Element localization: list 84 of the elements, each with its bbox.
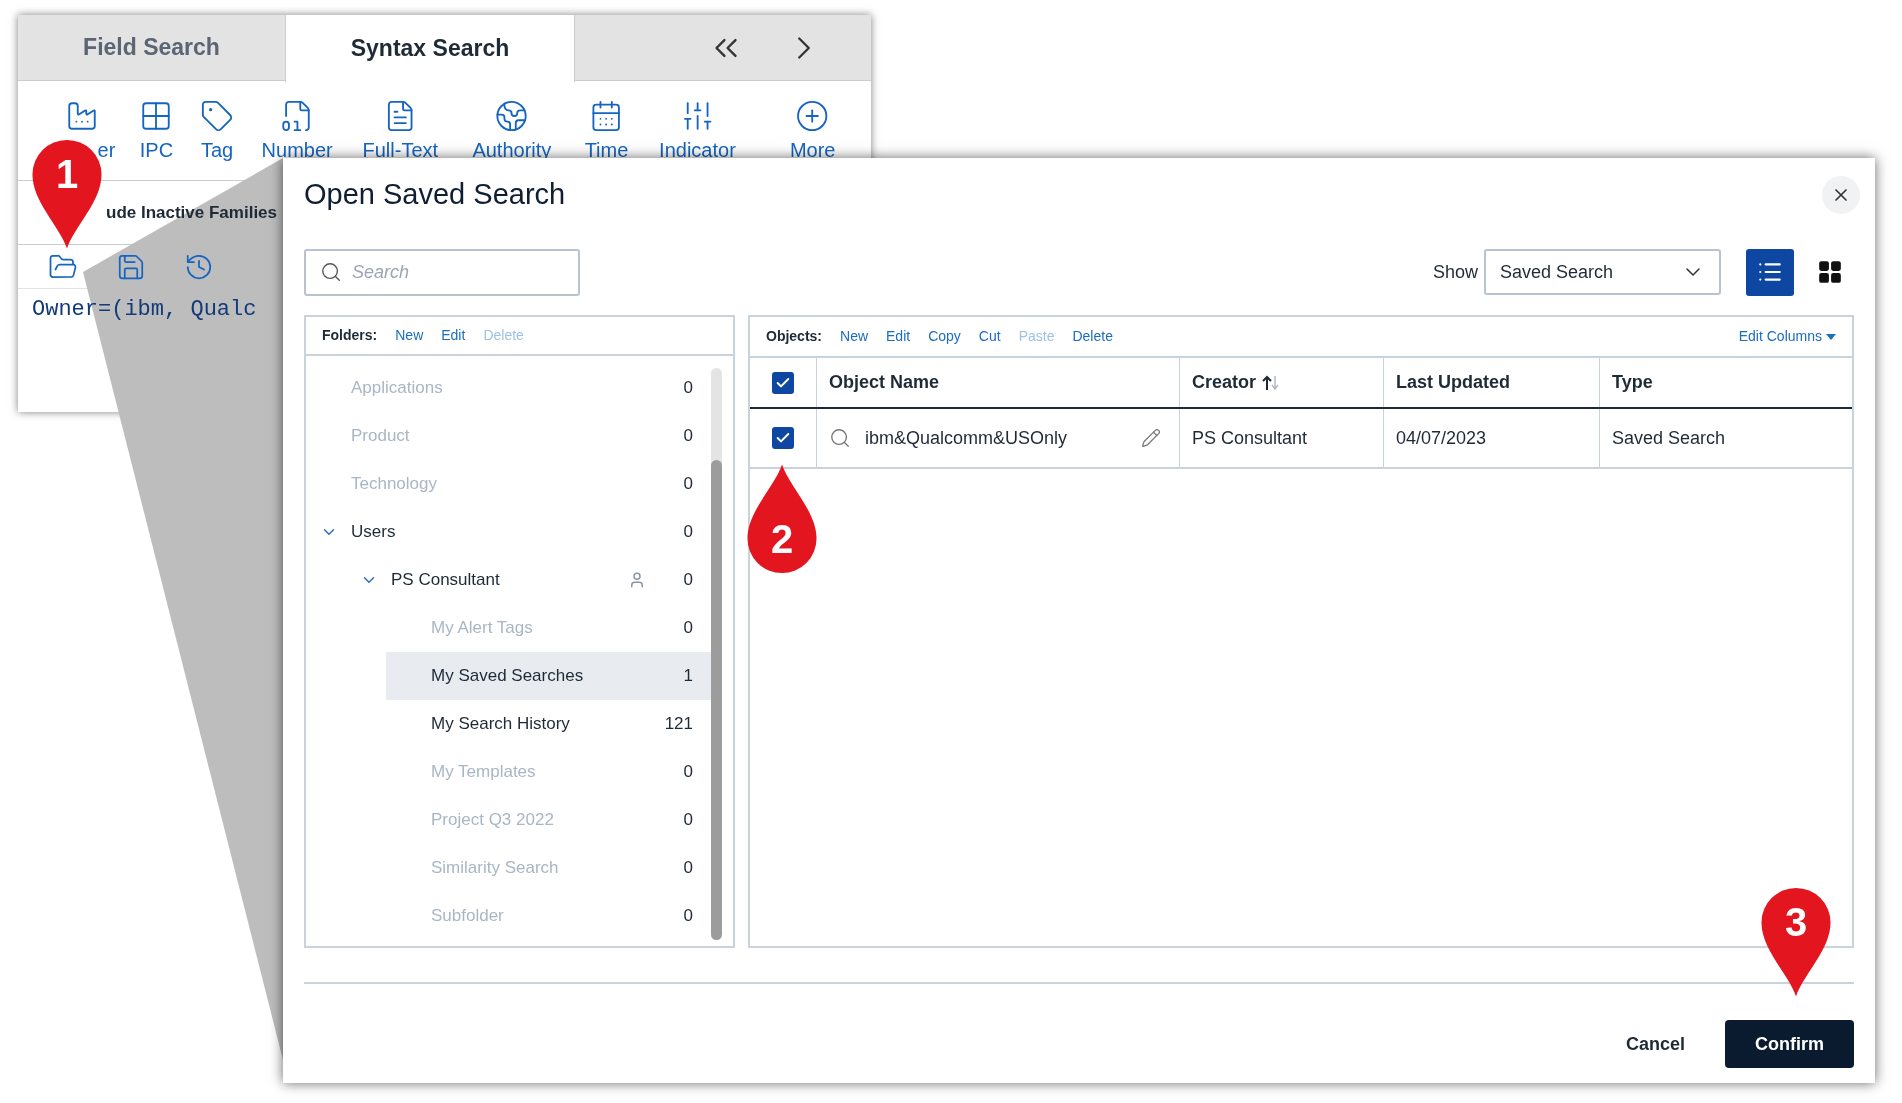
folder-count: 121 [664,713,693,736]
table-cell-text: Saved Search [1612,426,1726,450]
confirm-button[interactable]: Confirm [1725,1020,1854,1068]
column-header[interactable]: Type [1612,369,1653,396]
pencil-icon[interactable] [1141,428,1161,448]
folder-count: 0 [683,905,693,928]
folder-count: 0 [683,425,693,448]
search-input[interactable]: Search [352,258,552,286]
folder-item[interactable]: My Templates 0 [386,748,711,796]
folder-count: 0 [683,857,693,880]
folder-item[interactable]: Subfolder 0 [386,892,711,940]
callout-number: 2 [769,516,795,563]
folder-action-link[interactable]: New [395,325,424,346]
grid-icon [1817,259,1843,285]
folder-name: My Search History [431,713,570,736]
column-header[interactable]: Object Name [829,369,940,396]
object-action-link[interactable]: Delete [1072,326,1113,347]
folder-name: Users [351,521,396,544]
tool-label[interactable]: er [97,135,116,165]
list-view-button[interactable] [1746,248,1794,296]
column-header[interactable]: Last Updated [1396,369,1510,396]
caret-icon [1826,333,1836,340]
sort-icon [1262,374,1281,391]
dialog-title: Open Saved Search [304,177,566,213]
folder-item[interactable]: My Saved Searches 1 [386,652,711,700]
folder-count: 0 [683,569,693,592]
plus-icon[interactable] [795,99,830,133]
object-action-link[interactable]: Cut [978,326,1001,347]
folder-count: 0 [683,809,693,832]
checkbox[interactable] [772,371,794,394]
scrollbar[interactable] [711,368,722,940]
tab[interactable]: Field Search [18,15,285,80]
folder-name: Product [351,425,410,448]
tag-icon[interactable] [200,99,235,133]
folder-count: 0 [683,377,693,400]
query-text: Owner=(ibm, Qualc [32,297,257,322]
folder-item[interactable]: Applications 0 [306,364,711,412]
folder-name: My Saved Searches [431,665,584,688]
edit-columns-link[interactable]: Edit Columns [1738,326,1836,347]
folder-name: Applications [351,377,443,400]
folder-count: 1 [683,665,693,688]
cancel-button[interactable]: Cancel [1609,1020,1701,1068]
option-label: ude Inactive Families [106,201,277,224]
checkbox[interactable] [772,427,794,449]
folder-name: Technology [351,473,437,496]
folder-item[interactable]: Users 0 [306,508,711,556]
folder-count: 0 [683,521,693,544]
folder-count: 0 [683,617,693,640]
callout-number: 3 [1783,899,1809,946]
folder-name: My Templates [431,761,536,784]
search-icon [829,427,851,449]
folder-name: Project Q3 2022 [431,809,554,832]
folder-name: My Alert Tags [431,617,533,640]
column-header[interactable]: Creator [1192,369,1281,396]
show-label: Show [1432,260,1478,284]
folder-action-link[interactable]: Edit [441,325,466,346]
folder-count: 0 [683,473,693,496]
folder-item[interactable]: PS Consultant 0 [346,556,711,604]
folder-item[interactable]: Product 0 [306,412,711,460]
folder-item[interactable]: My Search History 121 [386,700,711,748]
folder-item[interactable]: Similarity Search 0 [386,844,711,892]
object-action-link[interactable]: Edit [886,326,911,347]
search-field[interactable]: Search [304,248,580,296]
tab[interactable]: Syntax Search [285,15,575,82]
search-icon [320,261,342,283]
table-cell-text: ibm&Qualcomm&USOnly [865,426,1068,450]
tool-label[interactable]: Tag [201,135,234,165]
folder-name: Similarity Search [431,857,559,880]
object-action-link[interactable]: Copy [928,326,961,347]
show-dropdown[interactable]: Saved Search [1484,249,1721,295]
folders-label: Folders: [322,326,378,345]
globe-icon[interactable] [494,99,529,133]
folder-name: PS Consultant [391,569,500,592]
objects-label: Objects: [766,327,822,346]
object-action-link[interactable]: New [840,326,869,347]
close-button[interactable] [1822,176,1860,214]
folder-item[interactable]: Technology 0 [306,460,711,508]
folder-item[interactable]: My Alert Tags 0 [386,604,711,652]
tool-label[interactable]: IPC [139,135,174,165]
table-cell-text: PS Consultant [1192,426,1308,450]
folder-name: Subfolder [431,905,504,928]
folder-count: 0 [683,761,693,784]
table-cell-text: 04/07/2023 [1396,426,1487,450]
folder-item[interactable]: Project Q3 2022 0 [386,796,711,844]
